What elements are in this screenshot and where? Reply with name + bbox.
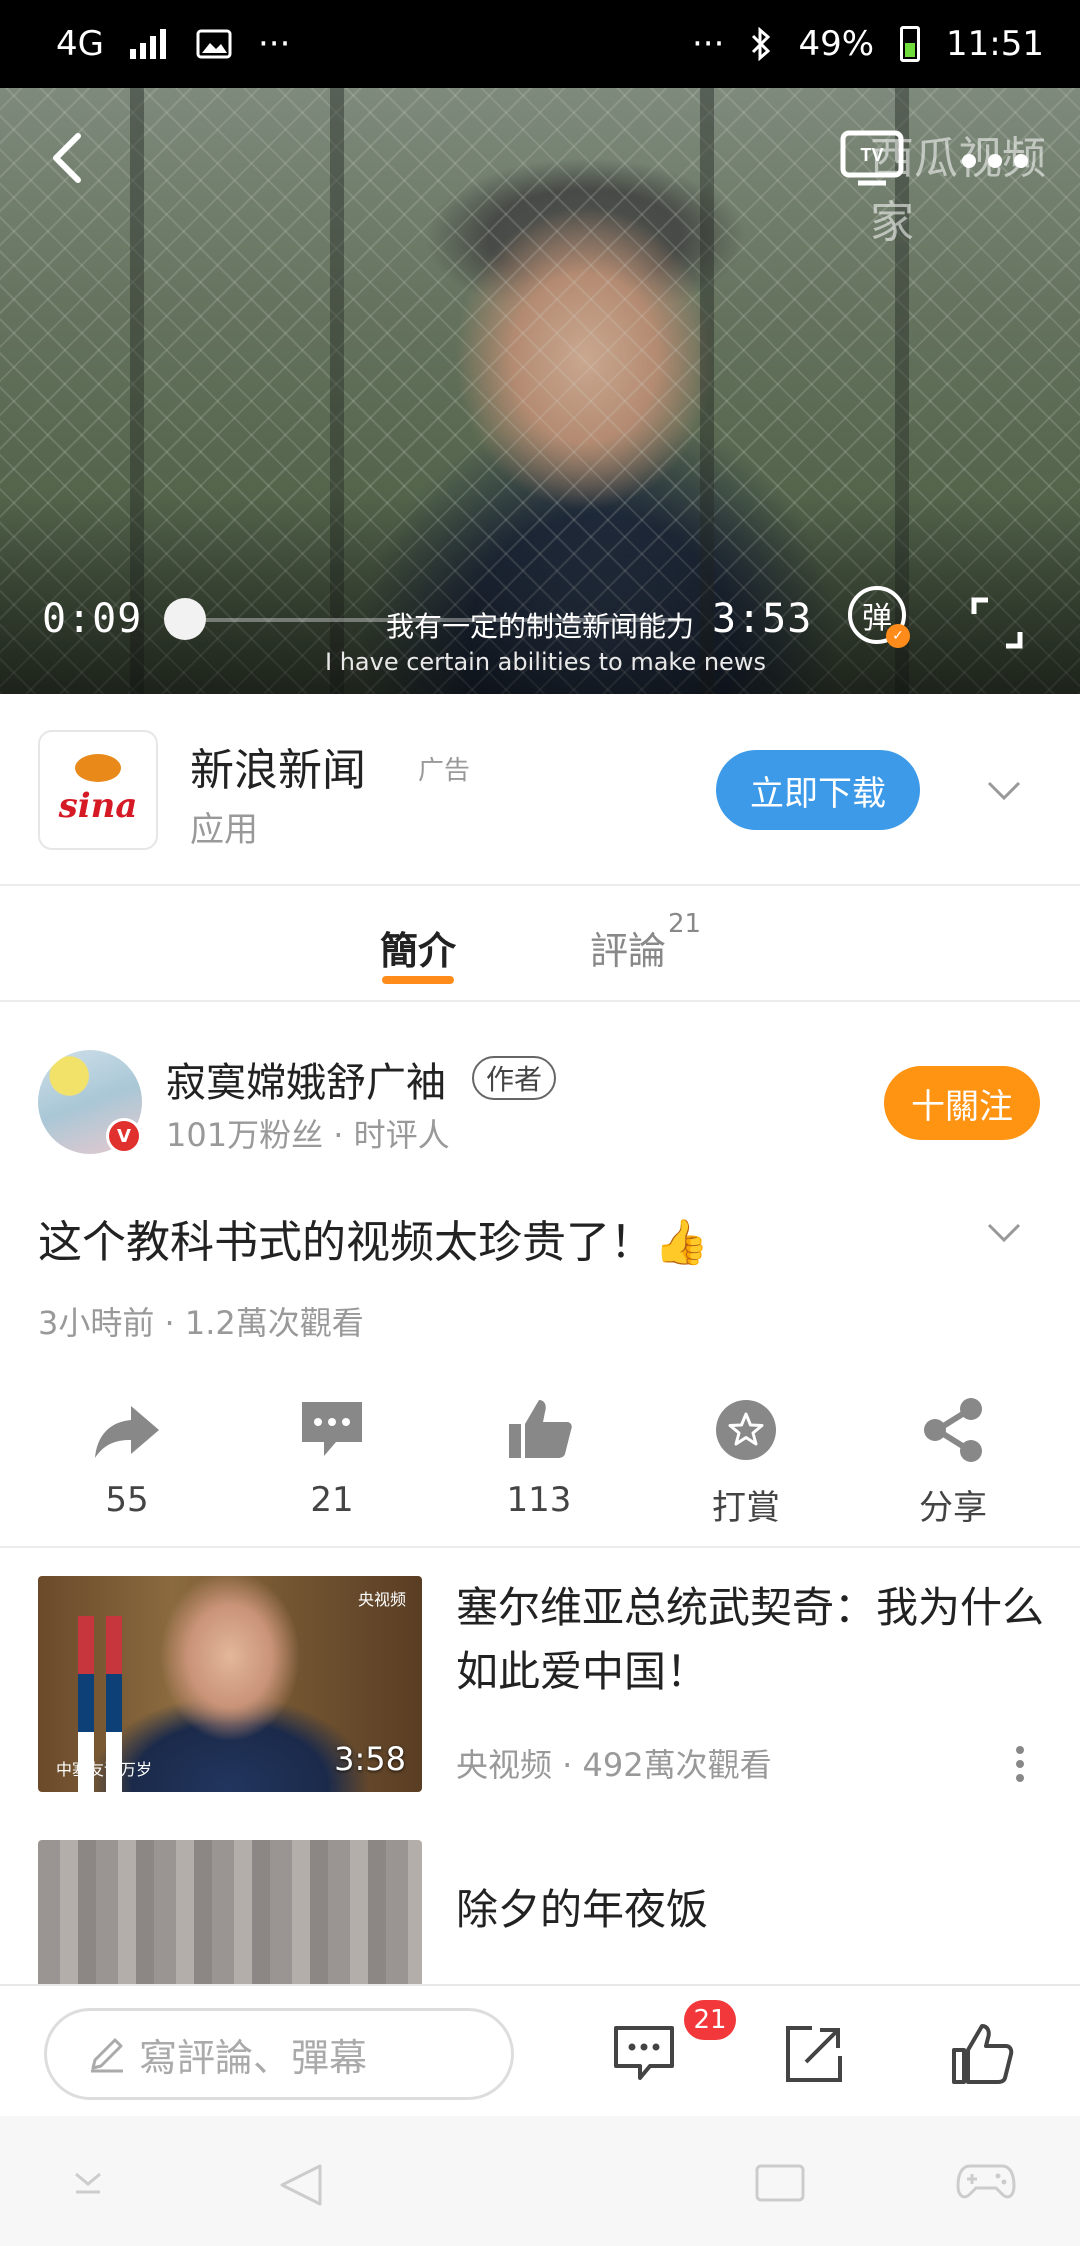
follow-button[interactable]: 十關注 bbox=[884, 1066, 1040, 1140]
sina-logo-text: sina bbox=[58, 786, 138, 826]
thumbnail-brand: 央视频 bbox=[357, 1590, 406, 1609]
more-vertical-icon[interactable] bbox=[1016, 1746, 1024, 1788]
danmu-toggle-button[interactable]: 弹 ✓ bbox=[848, 586, 910, 648]
battery-percent: 49% bbox=[798, 24, 875, 64]
hide-nav-icon[interactable] bbox=[68, 2160, 108, 2200]
tv-cast-icon[interactable]: TV bbox=[840, 130, 904, 186]
ad-tag: 广告 bbox=[418, 756, 471, 786]
video-title: 这个教科书式的视频太珍贵了！👍 bbox=[38, 1217, 709, 1268]
navigation-bar bbox=[0, 2116, 1080, 2246]
share-label: 分享 bbox=[919, 1488, 987, 1528]
game-mode-icon[interactable] bbox=[956, 2160, 1016, 2204]
reward-label: 打賞 bbox=[712, 1488, 780, 1528]
like-action[interactable]: 113 bbox=[454, 1396, 624, 1520]
sina-logo: sina bbox=[38, 730, 158, 850]
author-meta: 101万粉丝 · 时评人 bbox=[166, 1116, 450, 1154]
author-tag: 作者 bbox=[472, 1056, 557, 1100]
thumbs-up-icon bbox=[509, 1400, 572, 1458]
check-icon: ✓ bbox=[886, 624, 910, 648]
share-arrow-icon bbox=[95, 1406, 159, 1458]
verified-badge: V bbox=[106, 1118, 142, 1154]
tab-active-indicator bbox=[382, 976, 454, 984]
battery-icon bbox=[900, 26, 921, 62]
like-icon[interactable] bbox=[950, 2022, 1014, 2086]
comment-placeholder: 寫評論、彈幕 bbox=[139, 2035, 368, 2080]
tab-comments[interactable]: 評論21 bbox=[590, 909, 701, 975]
tab-comments-label: 評論 bbox=[590, 929, 667, 973]
star-reward-icon bbox=[716, 1400, 776, 1460]
subtitle-english: I have certain abilities to make news bbox=[325, 648, 766, 676]
share-out-icon[interactable] bbox=[782, 2022, 846, 2086]
thumbnail-caption: 中塞友谊万岁 bbox=[56, 1760, 153, 1779]
related-title: 除夕的年夜饭 bbox=[456, 1885, 709, 1934]
ad-subtitle: 应用 bbox=[190, 810, 258, 850]
share-count: 55 bbox=[105, 1480, 149, 1520]
comment-icon bbox=[302, 1402, 362, 1456]
clock: 11:51 bbox=[946, 24, 1044, 64]
pencil-icon bbox=[91, 2038, 123, 2073]
ad-title: 新浪新闻 bbox=[190, 745, 366, 796]
fullscreen-icon[interactable] bbox=[970, 596, 1024, 650]
signal-icon bbox=[129, 29, 166, 59]
related-title: 塞尔维亚总统武契奇：我为什么如此爱中国！ bbox=[456, 1583, 1045, 1696]
nav-back-icon[interactable] bbox=[276, 2160, 326, 2210]
svg-text:TV: TV bbox=[860, 145, 883, 165]
related-video[interactable]: 除夕的年夜饭 bbox=[38, 1840, 1042, 1984]
share-action[interactable]: 55 bbox=[42, 1396, 212, 1520]
comment-count-badge: 21 bbox=[684, 2000, 736, 2040]
comment-input[interactable]: 寫評論、彈幕 bbox=[44, 2008, 514, 2100]
share-nodes-action[interactable]: 分享 bbox=[868, 1396, 1038, 1529]
comment-count: 21 bbox=[310, 1480, 354, 1520]
video-player[interactable]: 西瓜视频家 TV 0:09 我有一定的制造新闻能力 I have certain… bbox=[0, 88, 1080, 694]
action-row: 55 21 113 打賞 分享 bbox=[0, 1396, 1080, 1548]
comment-bar: 寫評論、彈幕 bbox=[0, 1984, 1080, 2116]
status-bar: 4G ··· ··· 49% 11:51 bbox=[0, 0, 1080, 88]
tab-bar: 簡介 評論21 bbox=[0, 888, 1080, 1002]
network-indicator: 4G bbox=[56, 24, 104, 64]
comments-icon[interactable] bbox=[612, 2022, 676, 2086]
more-options-icon[interactable] bbox=[962, 154, 1028, 168]
share-nodes-icon bbox=[924, 1398, 982, 1462]
current-time: 0:09 bbox=[42, 596, 143, 642]
seek-handle[interactable] bbox=[164, 598, 206, 640]
related-video[interactable]: 央视频 中塞友谊万岁 3:58 塞尔维亚总统武契奇：我为什么如此爱中国！ 央视频… bbox=[38, 1576, 1044, 1792]
expand-chevron-icon[interactable] bbox=[986, 1222, 1022, 1244]
related-meta: 央视频 · 492萬次觀看 bbox=[456, 1746, 772, 1784]
tab-intro[interactable]: 簡介 bbox=[380, 920, 456, 975]
comment-action[interactable]: 21 bbox=[247, 1396, 417, 1520]
back-icon[interactable] bbox=[40, 128, 100, 188]
image-icon bbox=[196, 29, 232, 59]
video-duration: 3:58 bbox=[334, 1740, 406, 1778]
related-thumbnail[interactable] bbox=[38, 1840, 422, 1984]
related-thumbnail[interactable]: 央视频 中塞友谊万岁 3:58 bbox=[38, 1576, 422, 1792]
sina-eye-icon bbox=[75, 754, 121, 782]
status-overflow: ··· bbox=[257, 24, 291, 64]
subtitle-chinese: 我有一定的制造新闻能力 bbox=[386, 610, 695, 643]
total-time: 3:53 bbox=[712, 596, 813, 642]
like-count: 113 bbox=[506, 1480, 572, 1520]
download-button[interactable]: 立即下载 bbox=[716, 750, 920, 830]
bluetooth-icon bbox=[752, 27, 771, 61]
ad-banner[interactable]: sina 新浪新闻 广告 应用 立即下载 bbox=[0, 694, 1080, 886]
nav-recents-icon[interactable] bbox=[754, 2160, 806, 2204]
chevron-down-icon[interactable] bbox=[986, 780, 1022, 802]
status-overflow-right: ··· bbox=[692, 24, 725, 64]
author-name[interactable]: 寂寞嫦娥舒广袖 bbox=[166, 1050, 446, 1108]
video-meta: 3小時前 · 1.2萬次觀看 bbox=[38, 1304, 364, 1342]
reward-action[interactable]: 打賞 bbox=[661, 1396, 831, 1529]
tab-comments-count: 21 bbox=[668, 909, 702, 940]
